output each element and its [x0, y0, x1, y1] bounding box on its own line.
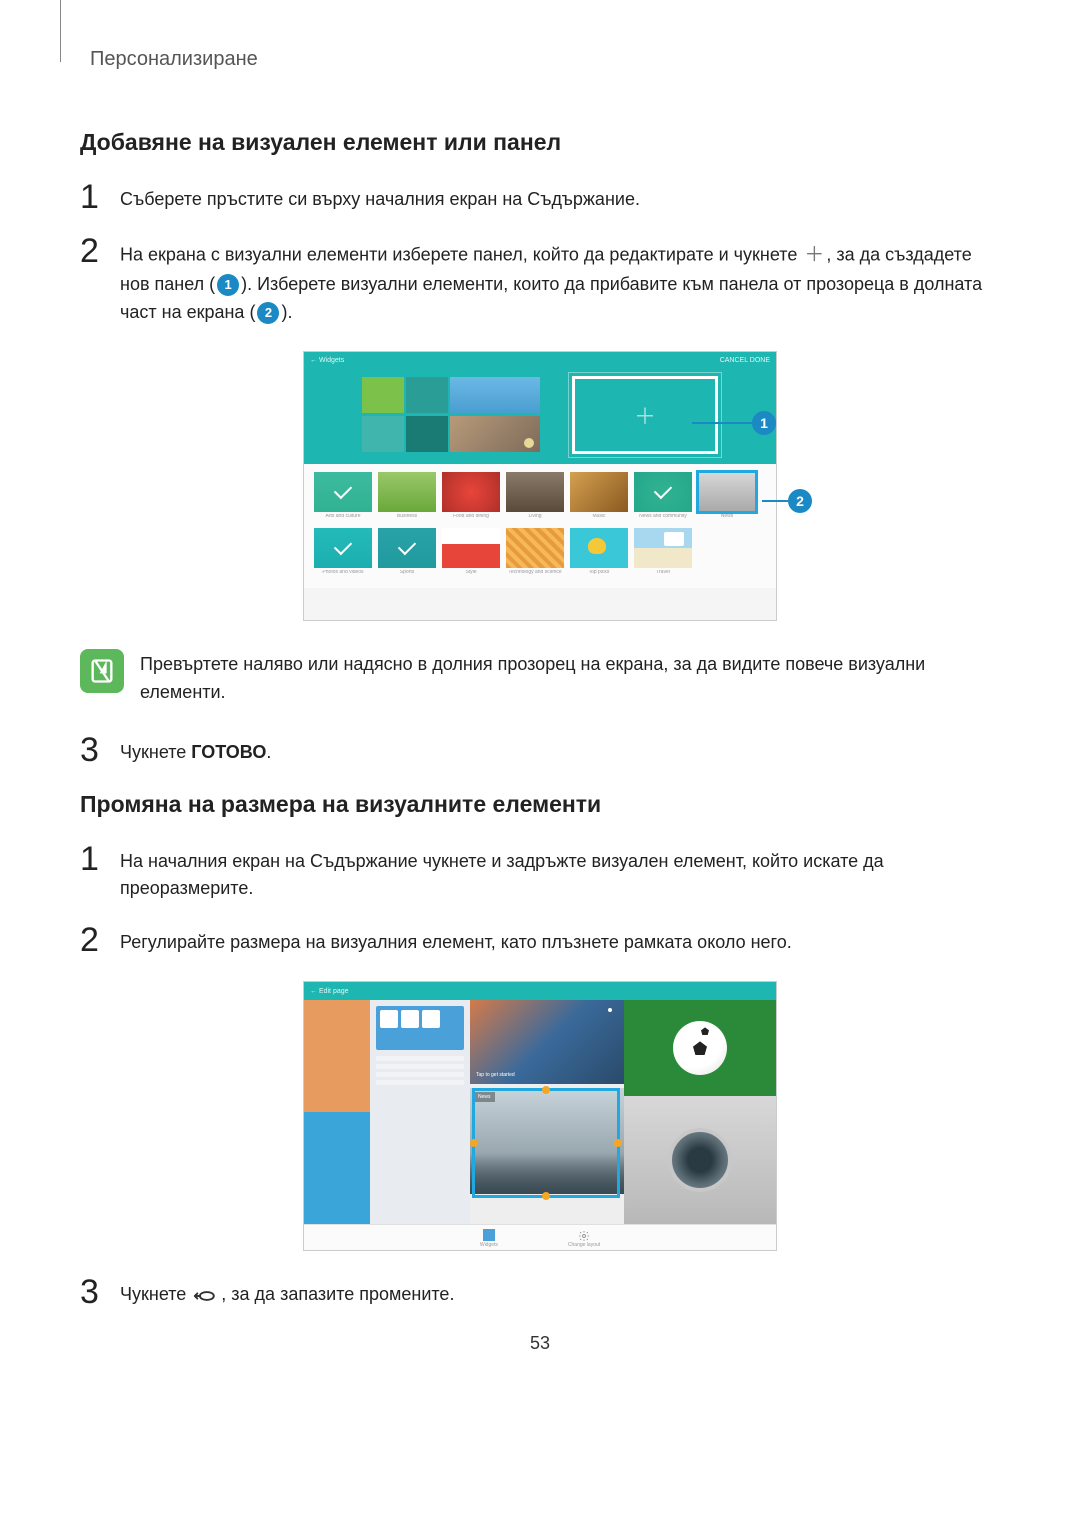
- bottom-change-layout: Change layout: [568, 1229, 600, 1248]
- step-text: Съберете пръстите си върху началния екра…: [120, 184, 1000, 214]
- tile: [450, 377, 540, 413]
- plus-icon: ＋: [634, 399, 656, 431]
- section2-step3: 3 Чукнете , за да запазите промените.: [80, 1279, 1000, 1309]
- grid-icon: [483, 1229, 495, 1241]
- photo-widget: Tap to get started: [470, 1000, 624, 1084]
- bottom-label: Change layout: [568, 1242, 600, 1248]
- note-box: Превъртете наляво или надясно в долния п…: [80, 649, 1000, 707]
- gear-icon: [578, 1229, 590, 1241]
- callout-circle-1: 1: [752, 411, 776, 435]
- s1-topbar-right: CANCEL DONE: [720, 357, 770, 364]
- widget-item: Travel: [634, 528, 692, 580]
- text-fragment: Чукнете: [120, 1284, 191, 1304]
- step-number: 1: [80, 180, 120, 214]
- text-fragment: , за да запазите промените.: [221, 1284, 454, 1304]
- section2-step1: 1 На началния екран на Съдържание чукнет…: [80, 846, 1000, 904]
- tile: [406, 377, 448, 413]
- section1-title: Добавяне на визуален елемент или панел: [80, 129, 1000, 156]
- tile: [406, 416, 448, 452]
- screenshot1: ← Widgets CANCEL DONE ＋: [303, 351, 777, 621]
- camera-widget: [624, 1096, 776, 1224]
- step-number: 1: [80, 842, 120, 876]
- widget-item-selected: News: [698, 472, 756, 524]
- text-fragment: ).: [281, 302, 292, 322]
- widget-item: Music: [570, 472, 628, 524]
- step-text: На екрана с визуални елементи изберете п…: [120, 238, 1000, 327]
- panel-existing: [362, 377, 542, 453]
- note-icon: [80, 649, 124, 693]
- step-number: 2: [80, 923, 120, 957]
- text-fragment: Чукнете: [120, 742, 191, 762]
- section1-step3: 3 Чукнете ГОТОВО.: [80, 737, 1000, 767]
- s1-topbar-left: ← Widgets: [310, 357, 344, 364]
- text-fragment: На екрана с визуални елементи изберете п…: [120, 244, 802, 264]
- briefing-widget: [370, 1000, 470, 1224]
- step-number: 2: [80, 234, 120, 268]
- breadcrumb: Персонализиране: [90, 48, 1000, 71]
- widget-item: Top picks: [570, 528, 628, 580]
- s2-topbar: ← Edit page: [304, 982, 776, 1000]
- tile: [450, 416, 540, 452]
- s1-topbar: ← Widgets CANCEL DONE: [304, 352, 776, 370]
- screenshot1-wrap: ← Widgets CANCEL DONE ＋: [80, 351, 1000, 621]
- section2-title: Промяна на размера на визуалните елемент…: [80, 791, 1000, 818]
- widget-item: Style: [442, 528, 500, 580]
- text-fragment: .: [266, 742, 271, 762]
- back-arrow-icon: [193, 1287, 219, 1305]
- widget-item: Food and dining: [442, 472, 500, 524]
- section1-step1: 1 Съберете пръстите си върху началния ек…: [80, 184, 1000, 214]
- text-bold: ГОТОВО: [191, 742, 266, 762]
- step-text: Чукнете , за да запазите промените.: [120, 1279, 1000, 1309]
- widget-item: News and community: [634, 472, 692, 524]
- s2-sidebar: [304, 1000, 370, 1224]
- step-text: Чукнете ГОТОВО.: [120, 737, 1000, 767]
- widget-item: Sports: [378, 528, 436, 580]
- bottom-label: Widgets: [480, 1242, 498, 1248]
- widget-item: Technology and science: [506, 528, 564, 580]
- section1-step2: 2 На екрана с визуални елементи изберете…: [80, 238, 1000, 327]
- s1-gallery: Arts and culture Business Food and dinin…: [304, 464, 776, 588]
- resize-handle-top: [542, 1086, 550, 1094]
- screenshot2: ← Edit page: [303, 981, 777, 1251]
- widget-item: Arts and culture: [314, 472, 372, 524]
- inline-callout-2: 2: [257, 302, 279, 324]
- resize-handle-left: [470, 1139, 478, 1147]
- tile: [362, 416, 404, 452]
- step-text: Регулирайте размера на визуалния елемент…: [120, 927, 1000, 957]
- callout-1: 1: [692, 411, 776, 435]
- step-number: 3: [80, 733, 120, 767]
- widget-item: Business: [378, 472, 436, 524]
- resize-frame: [472, 1088, 620, 1198]
- screenshot2-wrap: ← Edit page: [80, 981, 1000, 1251]
- bottom-widgets: Widgets: [480, 1229, 498, 1248]
- plus-icon: ＋: [804, 240, 824, 271]
- page-number: 53: [80, 1333, 1000, 1354]
- callout-2: 2: [762, 489, 812, 513]
- widget-item: Photos and videos: [314, 528, 372, 580]
- note-text: Превъртете наляво или надясно в долния п…: [140, 649, 1000, 707]
- inline-callout-1: 1: [217, 274, 239, 296]
- text-fragment: ). Изберете визуални елементи, които да …: [120, 274, 982, 322]
- callout-circle-2: 2: [788, 489, 812, 513]
- football-widget: [624, 1000, 776, 1096]
- step-number: 3: [80, 1275, 120, 1309]
- widget-item: Living: [506, 472, 564, 524]
- section2-step2: 2 Регулирайте размера на визуалния елеме…: [80, 927, 1000, 957]
- s2-topbar-left: ← Edit page: [310, 988, 349, 995]
- s2-bottombar: Widgets Change layout: [304, 1224, 776, 1251]
- step-text: На началния екран на Съдържание чукнете …: [120, 846, 1000, 904]
- tile: [362, 377, 404, 413]
- resize-handle-bottom: [542, 1192, 550, 1200]
